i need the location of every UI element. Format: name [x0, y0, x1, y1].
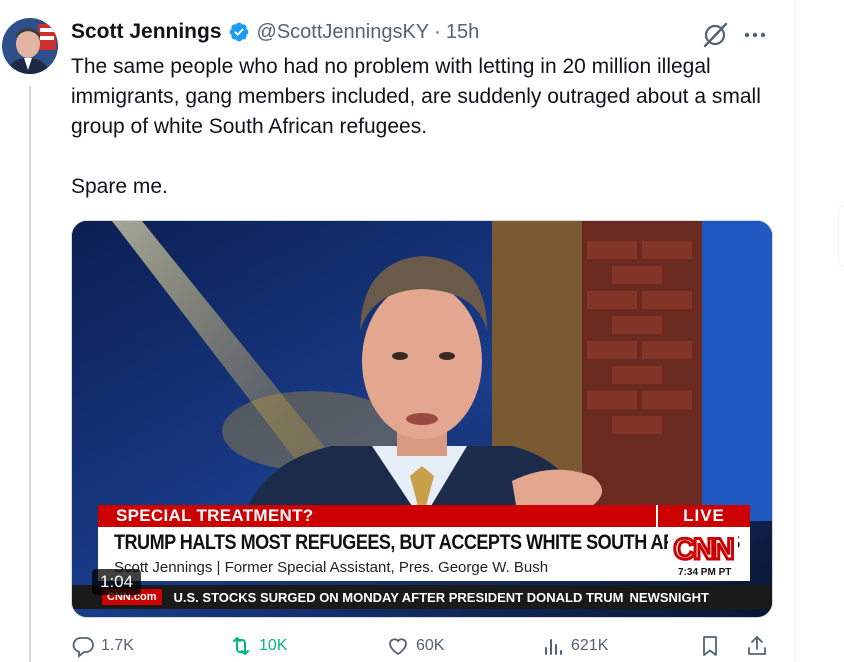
repost-count: 10K	[259, 637, 288, 654]
reply-button[interactable]: 1.7K	[71, 634, 134, 658]
verified-badge-icon	[229, 22, 248, 42]
author-handle[interactable]: @ScottJenningsKY	[257, 21, 430, 44]
broadcast-clock: 7:34 PM PT	[678, 567, 732, 578]
reply-icon	[72, 637, 94, 658]
live-badge: LIVE	[656, 505, 750, 527]
grok-icon[interactable]	[700, 20, 730, 50]
more-icon[interactable]	[743, 27, 767, 43]
like-button[interactable]: 60K	[386, 634, 444, 658]
chyron-banner: SPECIAL TREATMENT? LIVE	[98, 505, 750, 527]
author-name[interactable]: Scott Jennings	[71, 20, 222, 44]
ticker-show: NEWSNIGHT	[629, 589, 709, 605]
tweet-text: The same people who had no problem with …	[71, 52, 761, 202]
tweet-paragraph-1: The same people who had no problem with …	[71, 55, 761, 138]
share-button[interactable]	[745, 634, 769, 658]
news-ticker: CNN.com U.S. STOCKS SURGED ON MONDAY AFT…	[72, 585, 772, 609]
bookmark-icon	[703, 636, 717, 656]
side-panel-edge	[838, 205, 844, 267]
views-count: 621K	[571, 637, 609, 654]
thread-line	[29, 86, 31, 662]
action-bar: 1.7K 10K 60K 621K	[71, 634, 771, 662]
like-count: 60K	[416, 637, 445, 654]
video-player[interactable]: SPECIAL TREATMENT? LIVE TRUMP HALTS MOST…	[71, 220, 773, 618]
like-icon	[389, 638, 407, 656]
views-button[interactable]: 621K	[541, 634, 608, 658]
banner-label: SPECIAL TREATMENT?	[98, 505, 656, 527]
repost-button[interactable]: 10K	[229, 634, 287, 658]
reply-count: 1.7K	[101, 637, 134, 654]
chyron-main: TRUMP HALTS MOST REFUGEES, BUT ACCEPTS W…	[98, 527, 750, 581]
tweet-paragraph-2: Spare me.	[71, 175, 168, 198]
timestamp[interactable]: 15h	[446, 21, 479, 44]
repost-icon	[233, 637, 249, 655]
chyron-subline: Scott Jennings | Former Special Assistan…	[114, 559, 549, 576]
video-duration: 1:04	[92, 569, 142, 595]
ticker-text: U.S. STOCKS SURGED ON MONDAY AFTER PRESI…	[173, 589, 624, 605]
column-divider	[795, 0, 796, 662]
separator-dot: ·	[434, 20, 441, 43]
avatar[interactable]	[2, 18, 58, 74]
cnn-logo-icon: CNN	[668, 531, 738, 565]
bookmark-button[interactable]	[698, 634, 722, 658]
share-icon	[748, 636, 766, 655]
tweet-header: Scott Jennings @ScottJenningsKY · 15h	[71, 18, 479, 46]
chyron-headline: TRUMP HALTS MOST REFUGEES, BUT ACCEPTS W…	[114, 531, 740, 554]
views-icon	[545, 639, 562, 655]
svg-text:CNN: CNN	[674, 533, 733, 565]
